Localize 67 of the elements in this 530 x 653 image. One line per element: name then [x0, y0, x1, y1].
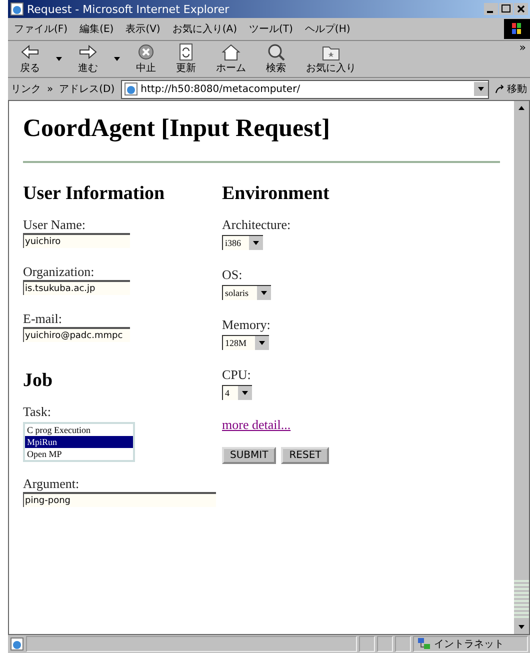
- toolbar-button[interactable]: 戻る: [12, 42, 48, 76]
- toolbar-button[interactable]: 検索: [258, 42, 294, 76]
- menu-item[interactable]: 編集(E): [80, 22, 114, 36]
- task-list[interactable]: C prog Execution MpiRun Open MP: [23, 422, 135, 462]
- submit-button[interactable]: SUBMIT: [222, 447, 276, 464]
- left-arrow-icon: [20, 43, 40, 61]
- text-field[interactable]: yuichiro@padc.mmpc: [23, 327, 130, 342]
- links-overflow[interactable]: »: [47, 84, 54, 94]
- caret-icon[interactable]: [114, 57, 120, 61]
- toolbar-button[interactable]: ホーム: [208, 42, 254, 76]
- list-option[interactable]: Open MP: [25, 448, 133, 460]
- menu-item[interactable]: 表示(V): [126, 22, 160, 36]
- house-icon: [221, 43, 241, 61]
- reset-button[interactable]: RESET: [281, 447, 330, 464]
- dropdown[interactable]: solaris: [222, 285, 270, 300]
- close-button[interactable]: [514, 3, 528, 15]
- page-icon: [124, 82, 138, 96]
- stop-icon: [136, 43, 156, 61]
- field-label: User Name:: [23, 217, 86, 233]
- toolbar-button[interactable]: 進む: [70, 42, 106, 76]
- text-field[interactable]: yuichiro: [23, 233, 130, 248]
- list-option[interactable]: MpiRun: [25, 436, 133, 448]
- menu-item[interactable]: ツール(T): [249, 22, 293, 36]
- address-field[interactable]: http://h50:8080/metacomputer/: [120, 80, 489, 98]
- status-pane: [359, 636, 375, 652]
- toolbar-button[interactable]: 更新: [168, 42, 204, 76]
- field-label: CPU:: [222, 367, 252, 383]
- text-field[interactable]: ping-pong: [23, 492, 216, 507]
- minimize-button[interactable]: [484, 3, 498, 15]
- toolbar-overflow[interactable]: »: [519, 41, 526, 54]
- security-zone: イントラネット: [434, 638, 504, 651]
- toolbar-button[interactable]: 中止: [128, 42, 164, 76]
- dropdown[interactable]: 4: [222, 385, 252, 400]
- links-label[interactable]: リンク: [11, 82, 41, 96]
- more-detail-link[interactable]: more detail...: [222, 417, 291, 433]
- curved-arrow-icon: [495, 84, 505, 94]
- go-button[interactable]: 移動: [495, 82, 527, 96]
- field-label: OS:: [222, 267, 244, 283]
- caret-icon[interactable]: [56, 57, 62, 61]
- toolbar-button[interactable]: お気に入り: [298, 42, 364, 76]
- menu-item[interactable]: ヘルプ(H): [304, 22, 350, 36]
- field-label: Task:: [23, 404, 52, 420]
- page-heading: CoordAgent [Input Request]: [23, 115, 331, 143]
- field-label: E-mail:: [23, 311, 63, 327]
- windows-logo-icon: [504, 19, 530, 39]
- section-heading: Job: [23, 370, 54, 392]
- window-title: Request - Microsoft Internet Explorer: [27, 2, 230, 16]
- field-label: Argument:: [23, 476, 80, 492]
- right-arrow-icon: [78, 43, 98, 61]
- menu-item[interactable]: お気に入り(A): [172, 22, 237, 36]
- address-label: アドレス(D): [59, 83, 115, 96]
- search-icon: [266, 43, 286, 61]
- dropdown[interactable]: 128M: [222, 335, 269, 350]
- maximize-button[interactable]: [499, 3, 513, 15]
- field-label: Architecture:: [222, 217, 292, 233]
- dropdown[interactable]: i386: [222, 235, 264, 250]
- text-field[interactable]: is.tsukuba.ac.jp: [23, 280, 130, 295]
- globe-page-icon: [10, 2, 24, 16]
- section-heading: User Information: [23, 183, 166, 205]
- field-label: Memory:: [222, 317, 272, 333]
- section-heading: Environment: [222, 183, 330, 205]
- list-option[interactable]: C prog Execution: [25, 424, 133, 436]
- status-pane: [395, 636, 411, 652]
- status-pane: [377, 636, 393, 652]
- field-label: Organization:: [23, 264, 96, 280]
- network-icon: [417, 637, 431, 651]
- menu-item[interactable]: ファイル(F): [14, 22, 68, 36]
